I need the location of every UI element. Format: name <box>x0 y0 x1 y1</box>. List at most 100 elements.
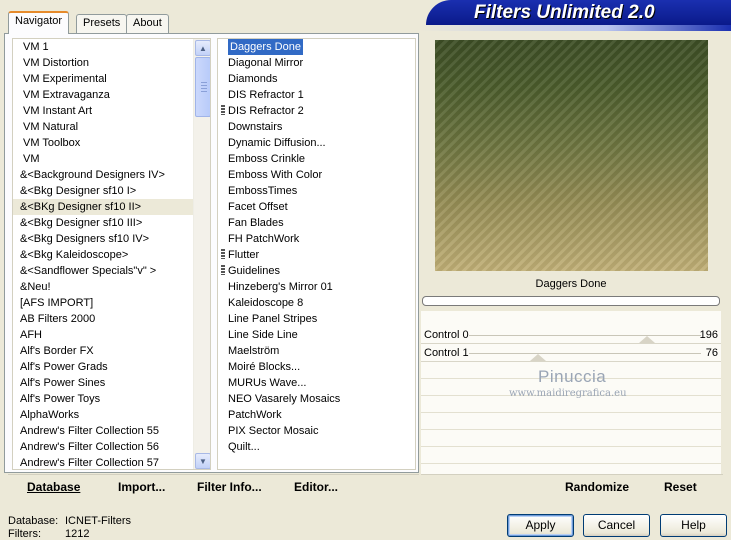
filter-item[interactable]: Dynamic Diffusion... <box>218 135 415 151</box>
randomize-button[interactable]: Randomize <box>565 480 629 494</box>
filter-item[interactable]: Emboss Crinkle <box>218 151 415 167</box>
filter-list[interactable]: Daggers Done Diagonal Mirror Diamonds DIS R… <box>217 38 416 470</box>
filter-item[interactable]: Moiré Blocks... <box>218 359 415 375</box>
category-item-label: &<Bkg Designers sf10 IV> <box>20 233 150 245</box>
cancel-button[interactable]: Cancel <box>583 514 650 537</box>
category-item[interactable]: VM Toolbox <box>13 135 193 151</box>
import-button[interactable]: Import... <box>118 480 165 494</box>
filter-item-label: EmbossTimes <box>228 185 298 197</box>
filter-item[interactable]: MURUs Wave... <box>218 375 415 391</box>
filter-item[interactable]: Kaleidoscope 8 <box>218 295 415 311</box>
editor-button[interactable]: Editor... <box>294 480 338 494</box>
category-item[interactable]: AlphaWorks <box>13 407 193 423</box>
help-button[interactable]: Help <box>660 514 727 537</box>
category-item[interactable]: Alf's Power Grads <box>13 359 193 375</box>
category-item-label: Andrew's Filter Collection 55 <box>20 425 160 437</box>
tab-about[interactable]: About <box>126 14 169 33</box>
filter-item-label: Emboss Crinkle <box>228 153 306 165</box>
category-item[interactable]: &<Background Designers IV> <box>13 167 193 183</box>
category-item[interactable]: &<Bkg Designer sf10 III> <box>13 215 193 231</box>
filter-item[interactable]: PIX Sector Mosaic <box>218 423 415 439</box>
category-item[interactable]: AFH <box>13 327 193 343</box>
status-filters-value: 1212 <box>65 528 90 540</box>
filter-item[interactable]: Fan Blades <box>218 215 415 231</box>
category-item-label: Alf's Power Toys <box>20 393 101 405</box>
category-item-label: Alf's Border FX <box>20 345 94 357</box>
database-button[interactable]: Database <box>27 480 80 494</box>
category-item[interactable]: Alf's Power Toys <box>13 391 193 407</box>
category-item-label: VM Distortion <box>23 57 90 69</box>
control-1-slider-thumb[interactable] <box>530 354 547 361</box>
scroll-thumb[interactable] <box>195 57 210 117</box>
preview-image <box>435 40 708 271</box>
category-item[interactable]: VM Distortion <box>13 55 193 71</box>
control-0-value: 196 <box>699 329 718 341</box>
category-item-label: AB Filters 2000 <box>20 313 96 325</box>
category-item-label: &<Bkg Kaleidoscope> <box>20 249 129 261</box>
category-item[interactable]: Alf's Border FX <box>13 343 193 359</box>
control-0-track <box>469 335 701 336</box>
filter-item[interactable]: Maelström <box>218 343 415 359</box>
filter-info-button[interactable]: Filter Info... <box>197 480 262 494</box>
apply-button[interactable]: Apply <box>507 514 574 537</box>
filter-item[interactable]: PatchWork <box>218 407 415 423</box>
category-item[interactable]: VM Instant Art <box>13 103 193 119</box>
category-item[interactable]: VM Experimental <box>13 71 193 87</box>
filter-item[interactable]: NEO Vasarely Mosaics <box>218 391 415 407</box>
filter-item[interactable]: EmbossTimes <box>218 183 415 199</box>
filter-item[interactable]: Diagonal Mirror <box>218 55 415 71</box>
category-item[interactable]: &<BKg Designer sf10 II> <box>13 199 193 215</box>
category-item-label: &<Bkg Designer sf10 III> <box>20 217 143 229</box>
category-item-label: VM Natural <box>23 121 79 133</box>
filter-item[interactable]: Emboss With Color <box>218 167 415 183</box>
filter-item[interactable]: Flutter <box>218 247 415 263</box>
filter-item-label: DIS Refractor 2 <box>228 105 304 117</box>
category-item[interactable]: VM <box>13 151 193 167</box>
filter-item[interactable]: Guidelines <box>218 263 415 279</box>
category-item[interactable]: AB Filters 2000 <box>13 311 193 327</box>
filter-item[interactable]: Diamonds <box>218 71 415 87</box>
category-item[interactable]: Alf's Power Sines <box>13 375 193 391</box>
category-item-label: VM Experimental <box>23 73 107 85</box>
filter-item[interactable]: Hinzeberg's Mirror 01 <box>218 279 415 295</box>
category-item[interactable]: &<Bkg Designer sf10 I> <box>13 183 193 199</box>
reset-button-label: Reset <box>664 480 697 494</box>
filter-item[interactable]: FH PatchWork <box>218 231 415 247</box>
category-item[interactable]: &<Bkg Designers sf10 IV> <box>13 231 193 247</box>
category-item[interactable]: &<Bkg Kaleidoscope> <box>13 247 193 263</box>
category-item[interactable]: Andrew's Filter Collection 57 <box>13 455 193 469</box>
category-item[interactable]: VM Extravaganza <box>13 87 193 103</box>
tab-presets[interactable]: Presets <box>76 14 128 33</box>
category-list[interactable]: VM 1 VM Distortion VM Experimental VM Extra… <box>12 38 211 470</box>
category-item-label: &<BKg Designer sf10 II> <box>20 201 142 213</box>
category-item[interactable]: VM Natural <box>13 119 193 135</box>
filter-item[interactable]: Line Panel Stripes <box>218 311 415 327</box>
reset-button[interactable]: Reset <box>664 480 697 494</box>
filter-item-label: PatchWork <box>228 409 282 421</box>
category-item-label: VM <box>23 153 40 165</box>
filter-item[interactable]: DIS Refractor 2 <box>218 103 415 119</box>
control-0-row[interactable]: Control 0 196 <box>421 327 721 344</box>
filter-item-label: Line Side Line <box>228 329 298 341</box>
control-0-slider-thumb[interactable] <box>639 336 656 343</box>
category-scrollbar[interactable]: ▲ ▼ <box>193 39 210 469</box>
scroll-up-button[interactable]: ▲ <box>195 40 210 56</box>
category-item[interactable]: &Neu! <box>13 279 193 295</box>
filter-item[interactable]: Facet Offset <box>218 199 415 215</box>
filter-item[interactable]: Downstairs <box>218 119 415 135</box>
category-item[interactable]: &<Sandflower Specials"v" > <box>13 263 193 279</box>
category-item[interactable]: VM 1 <box>13 39 193 55</box>
category-item[interactable]: [AFS IMPORT] <box>13 295 193 311</box>
control-1-row[interactable]: Control 1 76 <box>421 345 721 362</box>
app-title-banner: Filters Unlimited 2.0 <box>426 0 731 25</box>
tab-navigator[interactable]: Navigator <box>8 11 70 34</box>
filter-item[interactable]: Quilt... <box>218 439 415 455</box>
scroll-down-button[interactable]: ▼ <box>195 453 210 469</box>
filter-item[interactable]: DIS Refractor 1 <box>218 87 415 103</box>
control-row-empty <box>421 431 721 447</box>
category-item[interactable]: Andrew's Filter Collection 56 <box>13 439 193 455</box>
watermark-name: Pinuccia <box>538 367 607 386</box>
filter-item[interactable]: Daggers Done <box>218 39 415 55</box>
category-item[interactable]: Andrew's Filter Collection 55 <box>13 423 193 439</box>
filter-item[interactable]: Line Side Line <box>218 327 415 343</box>
